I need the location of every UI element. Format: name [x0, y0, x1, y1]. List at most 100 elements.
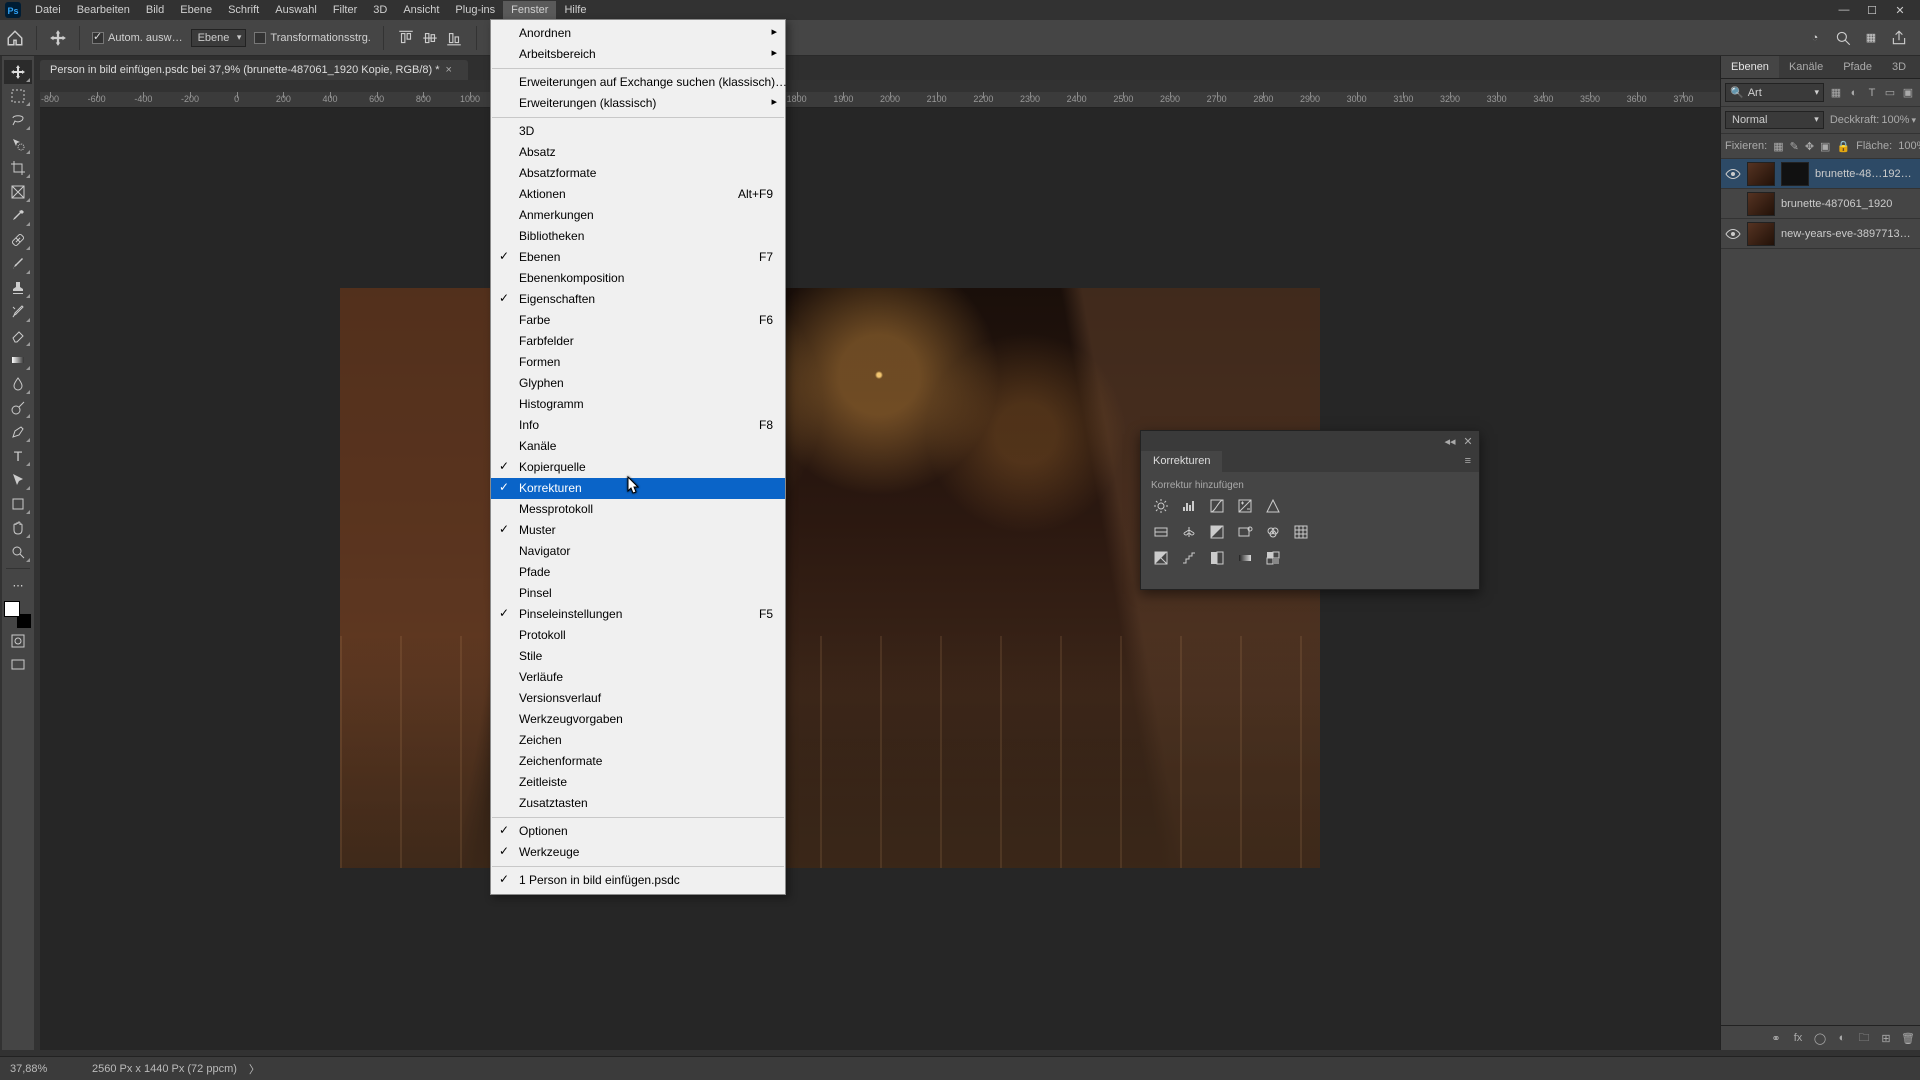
filter-smart-icon[interactable]: ▣: [1900, 85, 1916, 101]
layer-row[interactable]: brunette-48…1920 Kopie: [1721, 159, 1920, 189]
lock-position-icon[interactable]: ✥: [1805, 138, 1814, 154]
menu-ansicht[interactable]: Ansicht: [395, 1, 447, 19]
menuitem-anmerkungen[interactable]: Anmerkungen: [491, 205, 785, 226]
menuitem-zeitleiste[interactable]: Zeitleiste: [491, 772, 785, 793]
layer-row[interactable]: brunette-487061_1920: [1721, 189, 1920, 219]
gradient-map-icon[interactable]: [1235, 549, 1255, 567]
corrections-tab[interactable]: Korrekturen: [1141, 451, 1222, 472]
menuitem-zeichen[interactable]: Zeichen: [491, 730, 785, 751]
menuitem-glyphen[interactable]: Glyphen: [491, 373, 785, 394]
quickmask-icon[interactable]: [4, 629, 32, 653]
blur-tool[interactable]: [4, 372, 32, 396]
dodge-tool[interactable]: [4, 396, 32, 420]
move-tool-icon[interactable]: [49, 29, 67, 47]
menuitem-optionen[interactable]: Optionen: [491, 821, 785, 842]
menuitem-absatzformate[interactable]: Absatzformate: [491, 163, 785, 184]
status-chevron-icon[interactable]: 〉: [249, 1061, 260, 1077]
menuitem-pinseleinstellungen[interactable]: PinseleinstellungenF5: [491, 604, 785, 625]
zoom-tool[interactable]: [4, 540, 32, 564]
layer-thumbnail[interactable]: [1747, 222, 1775, 246]
brush-tool[interactable]: [4, 252, 32, 276]
layer-name[interactable]: brunette-48…1920 Kopie: [1815, 168, 1916, 180]
panel-menu-icon[interactable]: ≡: [1457, 451, 1479, 472]
panel-tab-kanäle[interactable]: Kanäle: [1779, 56, 1833, 78]
stamp-tool[interactable]: [4, 276, 32, 300]
quick-select-tool[interactable]: [4, 132, 32, 156]
color-lookup-icon[interactable]: [1291, 523, 1311, 541]
menuitem-3d[interactable]: 3D: [491, 121, 785, 142]
menuitem-werkzeuge[interactable]: Werkzeuge: [491, 842, 785, 863]
menuitem-bibliotheken[interactable]: Bibliotheken: [491, 226, 785, 247]
close-panel-icon[interactable]: ✕: [1461, 434, 1475, 448]
menuitem-anordnen[interactable]: Anordnen: [491, 23, 785, 44]
gradient-tool[interactable]: [4, 348, 32, 372]
menu-fenster[interactable]: Fenster: [503, 1, 556, 19]
menuitem-zeichenformate[interactable]: Zeichenformate: [491, 751, 785, 772]
maximize-button[interactable]: ☐: [1865, 3, 1879, 17]
layer-style-icon[interactable]: fx: [1790, 1030, 1806, 1046]
transform-controls-checkbox[interactable]: Transformationsstrg.: [254, 32, 370, 44]
blend-mode-select[interactable]: Normal: [1725, 111, 1824, 129]
lock-pixels-icon[interactable]: ▦: [1773, 138, 1783, 154]
channel-mixer-icon[interactable]: [1263, 523, 1283, 541]
menu-ebene[interactable]: Ebene: [172, 1, 220, 19]
panel-header[interactable]: ◂◂ ✕: [1141, 431, 1479, 451]
visibility-icon[interactable]: [1725, 166, 1741, 182]
history-brush-tool[interactable]: [4, 300, 32, 324]
menu-datei[interactable]: Datei: [27, 1, 69, 19]
menu-bearbeiten[interactable]: Bearbeiten: [69, 1, 138, 19]
eraser-tool[interactable]: [4, 324, 32, 348]
adjustment-layer-icon[interactable]: ◐: [1834, 1030, 1850, 1046]
corrections-panel[interactable]: ◂◂ ✕ Korrekturen ≡ Korrektur hinzufügen: [1140, 430, 1480, 590]
shape-tool[interactable]: [4, 492, 32, 516]
align-bottom-icon[interactable]: [444, 29, 464, 47]
filter-adjust-icon[interactable]: ◐: [1846, 85, 1862, 101]
photo-filter-icon[interactable]: [1235, 523, 1255, 541]
type-tool[interactable]: T: [4, 444, 32, 468]
menuitem-erweiterungen-auf-exchange-suchen-klassisch[interactable]: Erweiterungen auf Exchange suchen (klass…: [491, 72, 785, 93]
move-tool[interactable]: [4, 60, 32, 84]
align-top-icon[interactable]: [396, 29, 416, 47]
visibility-icon[interactable]: [1725, 226, 1741, 242]
collapse-icon[interactable]: ◂◂: [1443, 434, 1457, 448]
filter-shape-icon[interactable]: ▭: [1882, 85, 1898, 101]
align-vcenter-icon[interactable]: [420, 29, 440, 47]
lock-paint-icon[interactable]: ✎: [1790, 138, 1799, 154]
marquee-tool[interactable]: [4, 84, 32, 108]
workspace-icon[interactable]: ▦: [1862, 29, 1880, 47]
menuitem-protokoll[interactable]: Protokoll: [491, 625, 785, 646]
opacity-value[interactable]: 100%: [1881, 114, 1909, 126]
posterize-icon[interactable]: [1179, 549, 1199, 567]
menuitem-versionsverlauf[interactable]: Versionsverlauf: [491, 688, 785, 709]
menuitem-kopierquelle[interactable]: Kopierquelle: [491, 457, 785, 478]
menuitem-verl-ufe[interactable]: Verläufe: [491, 667, 785, 688]
lasso-tool[interactable]: [4, 108, 32, 132]
menuitem-ebenen[interactable]: EbenenF7: [491, 247, 785, 268]
menuitem-pinsel[interactable]: Pinsel: [491, 583, 785, 604]
lock-all-icon[interactable]: 🔒: [1836, 138, 1850, 154]
menuitem-zusatztasten[interactable]: Zusatztasten: [491, 793, 785, 814]
menuitem-farbe[interactable]: FarbeF6: [491, 310, 785, 331]
panel-tab-pfade[interactable]: Pfade: [1833, 56, 1882, 78]
zoom-field[interactable]: 37,88%: [10, 1063, 80, 1075]
layer-mask-icon[interactable]: ◯: [1812, 1030, 1828, 1046]
link-layers-icon[interactable]: ⚭: [1768, 1030, 1784, 1046]
close-tab-icon[interactable]: ×: [446, 64, 452, 76]
menuitem-aktionen[interactable]: AktionenAlt+F9: [491, 184, 785, 205]
menuitem-erweiterungen-klassisch[interactable]: Erweiterungen (klassisch): [491, 93, 785, 114]
menuitem-1-person-in-bild-einf-gen-psdc[interactable]: 1 Person in bild einfügen.psdc: [491, 870, 785, 891]
eyedropper-tool[interactable]: [4, 204, 32, 228]
menuitem-ebenenkomposition[interactable]: Ebenenkomposition: [491, 268, 785, 289]
new-layer-icon[interactable]: ⊞: [1878, 1030, 1894, 1046]
curves-icon[interactable]: [1207, 497, 1227, 515]
close-button[interactable]: ✕: [1893, 3, 1907, 17]
delete-layer-icon[interactable]: 🗑: [1900, 1030, 1916, 1046]
search-icon[interactable]: [1834, 29, 1852, 47]
filter-kind-select[interactable]: 🔍 Art ▾: [1725, 83, 1824, 102]
menu-bild[interactable]: Bild: [138, 1, 172, 19]
invert-icon[interactable]: [1151, 549, 1171, 567]
menuitem-farbfelder[interactable]: Farbfelder: [491, 331, 785, 352]
menuitem-absatz[interactable]: Absatz: [491, 142, 785, 163]
menuitem-pfade[interactable]: Pfade: [491, 562, 785, 583]
crop-tool[interactable]: [4, 156, 32, 180]
